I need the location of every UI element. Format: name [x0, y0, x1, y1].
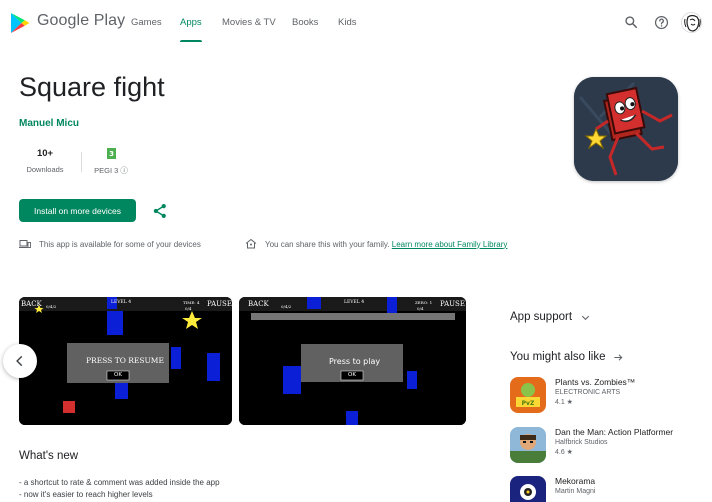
tab-kids[interactable]: Kids [338, 17, 356, 28]
downloads-stat: 10+ Downloads [19, 148, 71, 174]
app-title: Square fight [19, 72, 165, 102]
similar-apps-link[interactable]: You might also like [510, 351, 624, 363]
similar-apps-title: You might also like [510, 351, 606, 363]
dialog-ok: OK [114, 372, 122, 378]
app-developer: Halfbrick Studios [555, 439, 608, 446]
chevron-down-icon [581, 315, 590, 320]
app-name: Plants vs. Zombies™ [555, 377, 636, 387]
help-icon[interactable] [653, 14, 669, 30]
devices-icon [19, 240, 31, 248]
stat-divider [81, 152, 82, 172]
tab-books[interactable]: Books [292, 17, 318, 28]
active-tab-indicator [180, 40, 202, 42]
dialog-ok: OK [348, 372, 356, 378]
score-label: 0/4/2 [281, 304, 292, 309]
search-icon[interactable] [623, 14, 639, 30]
pegi-badge-icon: 3 [88, 148, 134, 162]
similar-app-item[interactable]: PvZ Plants vs. Zombies™ ELECTRONIC ARTS … [510, 377, 635, 413]
app-icon [574, 77, 678, 181]
rating-stat[interactable]: 3 PEGI 3 ⓘ [88, 148, 134, 176]
family-home-icon [245, 238, 257, 249]
tab-movies-tv[interactable]: Movies & TV [222, 17, 276, 28]
brand-name[interactable]: Google Play [37, 12, 125, 30]
downloads-label: Downloads [26, 165, 64, 174]
plants-vs-zombies-icon: PvZ [510, 377, 546, 413]
count-label: 0/4 [417, 306, 424, 311]
time-label: ZERO: 1 [415, 300, 433, 305]
pegi-label: PEGI 3 ⓘ [94, 166, 128, 175]
app-item-text: Plants vs. Zombies™ ELECTRONIC ARTS 4.1 … [555, 377, 635, 413]
tab-games[interactable]: Games [131, 17, 162, 28]
time-label: TIME: 4 [183, 300, 200, 305]
app-item-text: Mekorama Martin Magni [555, 476, 595, 502]
share-icon[interactable] [151, 202, 169, 220]
back-label: BACK [21, 300, 42, 308]
top-bar: Google Play Games Apps Movies & TV Books… [0, 0, 712, 46]
score-label: 0/4/2 [46, 304, 57, 309]
downloads-value: 10+ [36, 148, 54, 159]
family-text: You can share this with your family. [265, 239, 390, 249]
google-play-logo-icon[interactable] [8, 11, 32, 35]
whats-new-line: - now it's easier to reach higher levels [19, 490, 153, 499]
tab-apps[interactable]: Apps [180, 17, 202, 28]
install-button[interactable]: Install on more devices [19, 199, 136, 222]
similar-app-item[interactable]: Mekorama Martin Magni [510, 476, 595, 502]
back-label: BACK [248, 300, 269, 308]
app-name: Dan the Man: Action Platformer [555, 427, 674, 437]
pause-label: PAUSE [207, 300, 232, 308]
dan-the-man-icon [510, 427, 546, 463]
app-support-title: App support [510, 311, 573, 323]
arrow-right-icon [614, 353, 623, 361]
mekorama-icon [510, 476, 546, 502]
level-label: LEVEL 4 [111, 300, 132, 305]
app-developer: ELECTRONIC ARTS [555, 389, 621, 396]
whats-new-line: - a shortcut to rate & comment was added… [19, 478, 220, 487]
pause-label: PAUSE [440, 300, 465, 308]
developer-link[interactable]: Manuel Micu [19, 118, 79, 129]
svg-text:PvZ: PvZ [522, 400, 535, 407]
level-label: LEVEL 4 [344, 300, 365, 305]
whats-new-title: What's new [19, 450, 79, 462]
app-name: Mekorama [555, 476, 596, 486]
similar-app-item[interactable]: Dan the Man: Action Platformer Halfbrick… [510, 427, 673, 463]
app-rating: 4.6 ★ [555, 449, 573, 456]
screenshots-prev-button[interactable] [3, 344, 37, 378]
screenshot-2[interactable]: BACK 0/4/2 LEVEL 4 ZERO: 1 0/4 PAUSE Pre… [239, 297, 466, 425]
dialog-title: PRESS TO RESUME [86, 356, 164, 365]
app-item-text: Dan the Man: Action Platformer Halfbrick… [555, 427, 673, 463]
app-support-toggle[interactable]: App support [510, 311, 591, 323]
chevron-left-icon [16, 355, 23, 367]
screenshot-1[interactable]: BACK 0/4/2 LEVEL 4 TIME: 4 0/4 PAUSE PRE… [19, 297, 232, 425]
svg-text:3: 3 [109, 150, 114, 158]
availability-text: This app is available for some of your d… [39, 239, 201, 249]
account-avatar[interactable] [681, 12, 702, 33]
family-library-link[interactable]: Learn more about Family Library [392, 240, 508, 249]
family-row: You can share this with your family. Lea… [245, 238, 507, 250]
dialog-title: Press to play [329, 357, 381, 366]
app-rating: 4.1 ★ [555, 399, 573, 406]
count-label: 0/4 [185, 306, 192, 311]
availability-row: This app is available for some of your d… [19, 238, 201, 250]
app-developer: Martin Magni [555, 488, 596, 495]
